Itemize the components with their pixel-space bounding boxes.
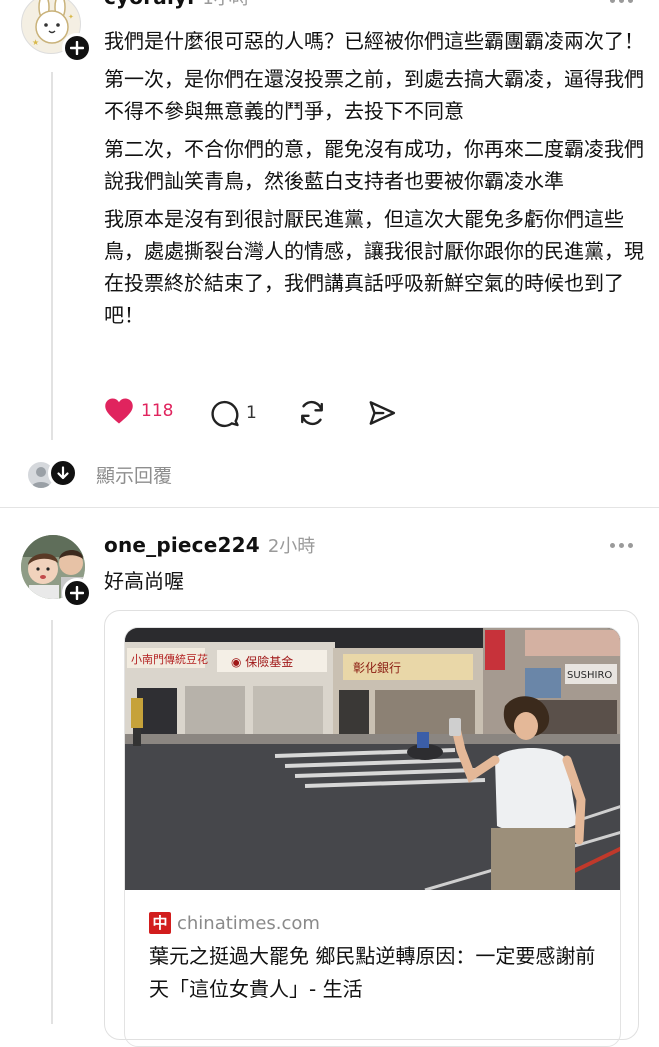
follow-button[interactable] bbox=[62, 33, 92, 63]
action-bar: 118 1 bbox=[104, 397, 404, 429]
username[interactable]: cyoraiyi bbox=[104, 0, 194, 9]
like-count: 118 bbox=[141, 401, 174, 421]
comment-bubble-icon bbox=[211, 400, 239, 428]
expand-replies-badge bbox=[48, 458, 78, 488]
post-2: one_piece224 2小時 好高尚喔 小南門傳統豆花 ◉ 保險基金 彰化銀… bbox=[0, 508, 659, 1047]
send-icon bbox=[369, 401, 396, 425]
link-title[interactable]: 葉元之挺過大罷免 鄉民點逆轉原因：一定要感謝前天「這位女貴人」- 生活 bbox=[149, 940, 601, 1006]
post-1: ★ ✦ cyoraiyi 1小時 我們是什麼很可惡的人嗎？已經被你們這些霸團霸凌… bbox=[0, 0, 659, 500]
thread-line bbox=[51, 620, 53, 1024]
post-paragraph: 第一次，是你們在還沒投票之前，到處去搞大霸凌，逼得我們不得不參與無意義的鬥爭，去… bbox=[104, 67, 644, 123]
post-text: 好高尚喔 bbox=[104, 569, 184, 593]
plus-icon bbox=[70, 586, 84, 600]
show-replies-label[interactable]: 顯示回覆 bbox=[96, 461, 172, 488]
comment-count: 1 bbox=[246, 403, 257, 423]
follow-button[interactable] bbox=[62, 578, 92, 608]
timestamp: 2小時 bbox=[267, 536, 316, 557]
svg-text:SUSHIRO: SUSHIRO bbox=[567, 670, 612, 681]
link-preview-card[interactable]: 小南門傳統豆花 ◉ 保險基金 彰化銀行 SUSHIRO 中 chinatimes… bbox=[104, 610, 639, 1047]
more-options-button[interactable] bbox=[610, 543, 633, 548]
repost-button[interactable] bbox=[297, 398, 327, 432]
thread-line bbox=[51, 72, 53, 440]
heart-filled-icon bbox=[105, 398, 133, 424]
chinatimes-logo-icon: 中 bbox=[149, 912, 171, 934]
svg-text:彰化銀行: 彰化銀行 bbox=[353, 660, 401, 675]
timestamp: 1小時 bbox=[202, 0, 249, 10]
svg-text:✦: ✦ bbox=[68, 13, 74, 21]
repost-icon bbox=[301, 400, 323, 426]
link-domain: chinatimes.com bbox=[177, 912, 320, 934]
arrow-down-icon bbox=[57, 466, 69, 480]
svg-text:小南門傳統豆花: 小南門傳統豆花 bbox=[131, 652, 208, 666]
svg-text:◉ 保險基金: ◉ 保險基金 bbox=[231, 654, 293, 669]
post-header: one_piece224 2小時 bbox=[104, 532, 315, 558]
like-button[interactable]: 118 bbox=[104, 397, 173, 425]
article-thumbnail-image[interactable]: 小南門傳統豆花 ◉ 保險基金 彰化銀行 SUSHIRO bbox=[125, 628, 621, 890]
post-paragraph: 我原本是沒有到很討厭民進黨，但這次大罷免多虧你們這些鳥，處處撕裂台灣人的情感，讓… bbox=[104, 207, 644, 327]
svg-text:★: ★ bbox=[32, 38, 39, 47]
post-paragraph: 我們是什麼很可惡的人嗎？已經被你們這些霸團霸凌兩次了！ bbox=[104, 29, 644, 53]
link-source: 中 chinatimes.com bbox=[149, 912, 320, 934]
username[interactable]: one_piece224 bbox=[104, 533, 260, 557]
comment-button[interactable]: 1 bbox=[210, 398, 257, 428]
plus-icon bbox=[70, 41, 84, 55]
post-header: cyoraiyi 1小時 bbox=[104, 0, 250, 10]
more-options-button[interactable] bbox=[610, 0, 633, 3]
post-body: 我們是什麼很可惡的人嗎？已經被你們這些霸團霸凌兩次了！ 第一次，是你們在還沒投票… bbox=[104, 25, 644, 337]
link-card-inner[interactable]: 小南門傳統豆花 ◉ 保險基金 彰化銀行 SUSHIRO 中 chinatimes… bbox=[124, 627, 621, 1047]
share-button[interactable] bbox=[367, 398, 397, 432]
post-paragraph: 第二次，不合你們的意，罷免沒有成功，你再來二度霸凌我們說我們訕笑青鳥，然後藍白支… bbox=[104, 137, 644, 193]
show-replies[interactable]: 顯示回覆 bbox=[26, 458, 226, 490]
